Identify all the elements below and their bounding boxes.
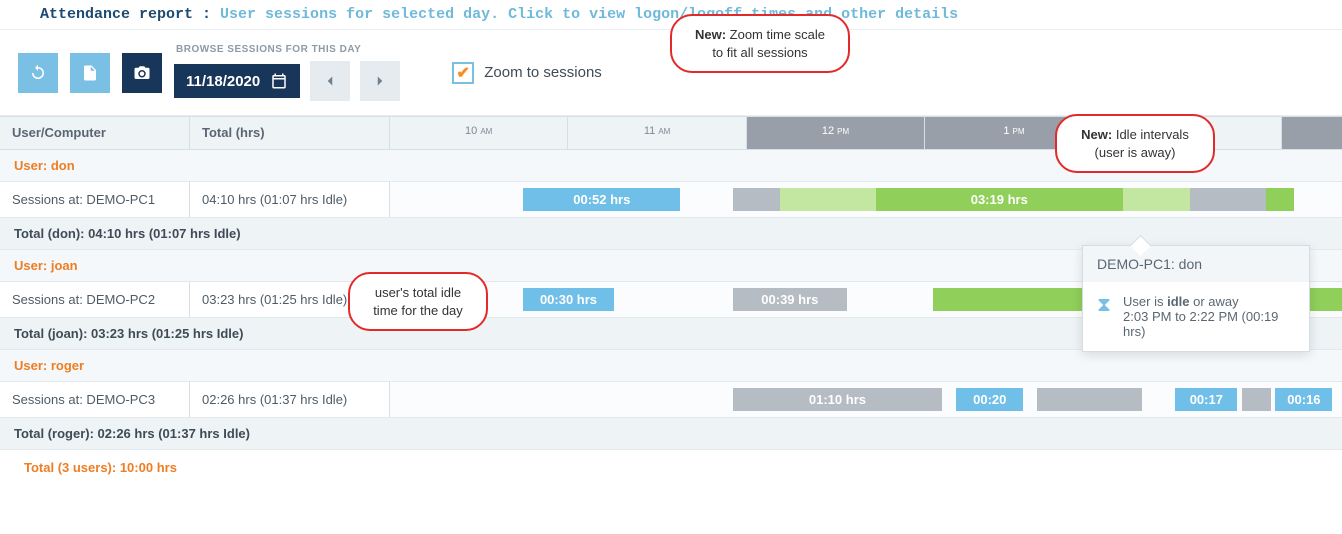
check-icon: ✔ bbox=[452, 62, 474, 84]
time-cell: 10 AM bbox=[390, 117, 568, 149]
session-track: 01:10 hrs 00:20 00:17 00:16 bbox=[390, 382, 1342, 417]
session-track: 00:52 hrs 03:19 hrs bbox=[390, 182, 1342, 217]
date-value: 11/18/2020 bbox=[186, 73, 260, 90]
export-button[interactable] bbox=[70, 53, 110, 93]
screenshot-button[interactable] bbox=[122, 53, 162, 93]
session-segment[interactable]: 00:52 hrs bbox=[523, 188, 680, 211]
hourglass-icon: ⧗ bbox=[1097, 294, 1111, 339]
tooltip-line1: User is idle or away bbox=[1123, 294, 1295, 309]
session-row: Sessions at: DEMO-PC302:26 hrs (01:37 hr… bbox=[0, 382, 1342, 418]
title-desc: User sessions for selected day. Click to… bbox=[220, 6, 958, 23]
chevron-right-icon bbox=[371, 72, 389, 90]
col-header-total: Total (hrs) bbox=[190, 117, 390, 149]
session-segment[interactable]: 00:17 bbox=[1175, 388, 1237, 411]
session-total: 02:26 hrs (01:37 hrs Idle) bbox=[190, 382, 390, 417]
session-segment[interactable]: 00:16 bbox=[1275, 388, 1332, 411]
session-segment[interactable] bbox=[1190, 188, 1266, 211]
session-computer: Sessions at: DEMO-PC1 bbox=[0, 182, 190, 217]
time-cell-stub bbox=[1282, 117, 1342, 149]
session-total: 04:10 hrs (01:07 hrs Idle) bbox=[190, 182, 390, 217]
chevron-left-icon bbox=[321, 72, 339, 90]
grand-total: Total (3 users): 10:00 hrs bbox=[0, 450, 1342, 485]
group-total: Total (roger): 02:26 hrs (01:37 hrs Idle… bbox=[0, 418, 1342, 450]
callout-idle-intervals: New: Idle intervals (user is away) bbox=[1055, 114, 1215, 173]
date-block: BROWSE SESSIONS FOR THIS DAY 11/18/2020 bbox=[174, 44, 400, 101]
title-label: Attendance report : bbox=[40, 6, 211, 23]
tooltip-line2: 2:03 PM to 2:22 PM (00:19 hrs) bbox=[1123, 309, 1295, 339]
callout-user-idle: user's total idle time for the day bbox=[348, 272, 488, 331]
browse-caption: BROWSE SESSIONS FOR THIS DAY bbox=[174, 44, 400, 55]
session-segment[interactable] bbox=[733, 188, 781, 211]
session-segment[interactable] bbox=[780, 188, 875, 211]
refresh-button[interactable] bbox=[18, 53, 58, 93]
calendar-icon bbox=[270, 72, 288, 90]
session-row: Sessions at: DEMO-PC104:10 hrs (01:07 hr… bbox=[0, 182, 1342, 218]
time-cell: 12 PM bbox=[747, 117, 925, 149]
time-cell: 11 AM bbox=[568, 117, 746, 149]
idle-tooltip: DEMO-PC1: don ⧗ User is idle or away 2:0… bbox=[1082, 245, 1310, 352]
session-segment[interactable]: 00:30 hrs bbox=[523, 288, 613, 311]
page-title: Attendance report : User sessions for se… bbox=[0, 0, 1342, 29]
tooltip-title: DEMO-PC1: don bbox=[1083, 246, 1309, 282]
zoom-label: Zoom to sessions bbox=[484, 64, 602, 81]
date-picker[interactable]: 11/18/2020 bbox=[174, 64, 300, 98]
zoom-checkbox[interactable]: ✔ Zoom to sessions bbox=[452, 62, 602, 84]
session-segment[interactable] bbox=[1266, 188, 1295, 211]
col-header-user: User/Computer bbox=[0, 117, 190, 149]
callout-zoom-sessions: New: Zoom time scale to fit all sessions bbox=[670, 14, 850, 73]
session-segment[interactable]: 00:39 hrs bbox=[733, 288, 847, 311]
session-segment[interactable] bbox=[1123, 188, 1190, 211]
session-segment[interactable]: 03:19 hrs bbox=[876, 188, 1124, 211]
session-segment[interactable] bbox=[1037, 388, 1142, 411]
date-prev-button[interactable] bbox=[310, 61, 350, 101]
session-segment[interactable]: 01:10 hrs bbox=[733, 388, 942, 411]
session-computer: Sessions at: DEMO-PC2 bbox=[0, 282, 190, 317]
group-user-header[interactable]: User: roger bbox=[0, 350, 1342, 382]
session-computer: Sessions at: DEMO-PC3 bbox=[0, 382, 190, 417]
session-segment[interactable]: 00:20 bbox=[956, 388, 1023, 411]
session-segment[interactable] bbox=[1242, 388, 1271, 411]
date-next-button[interactable] bbox=[360, 61, 400, 101]
